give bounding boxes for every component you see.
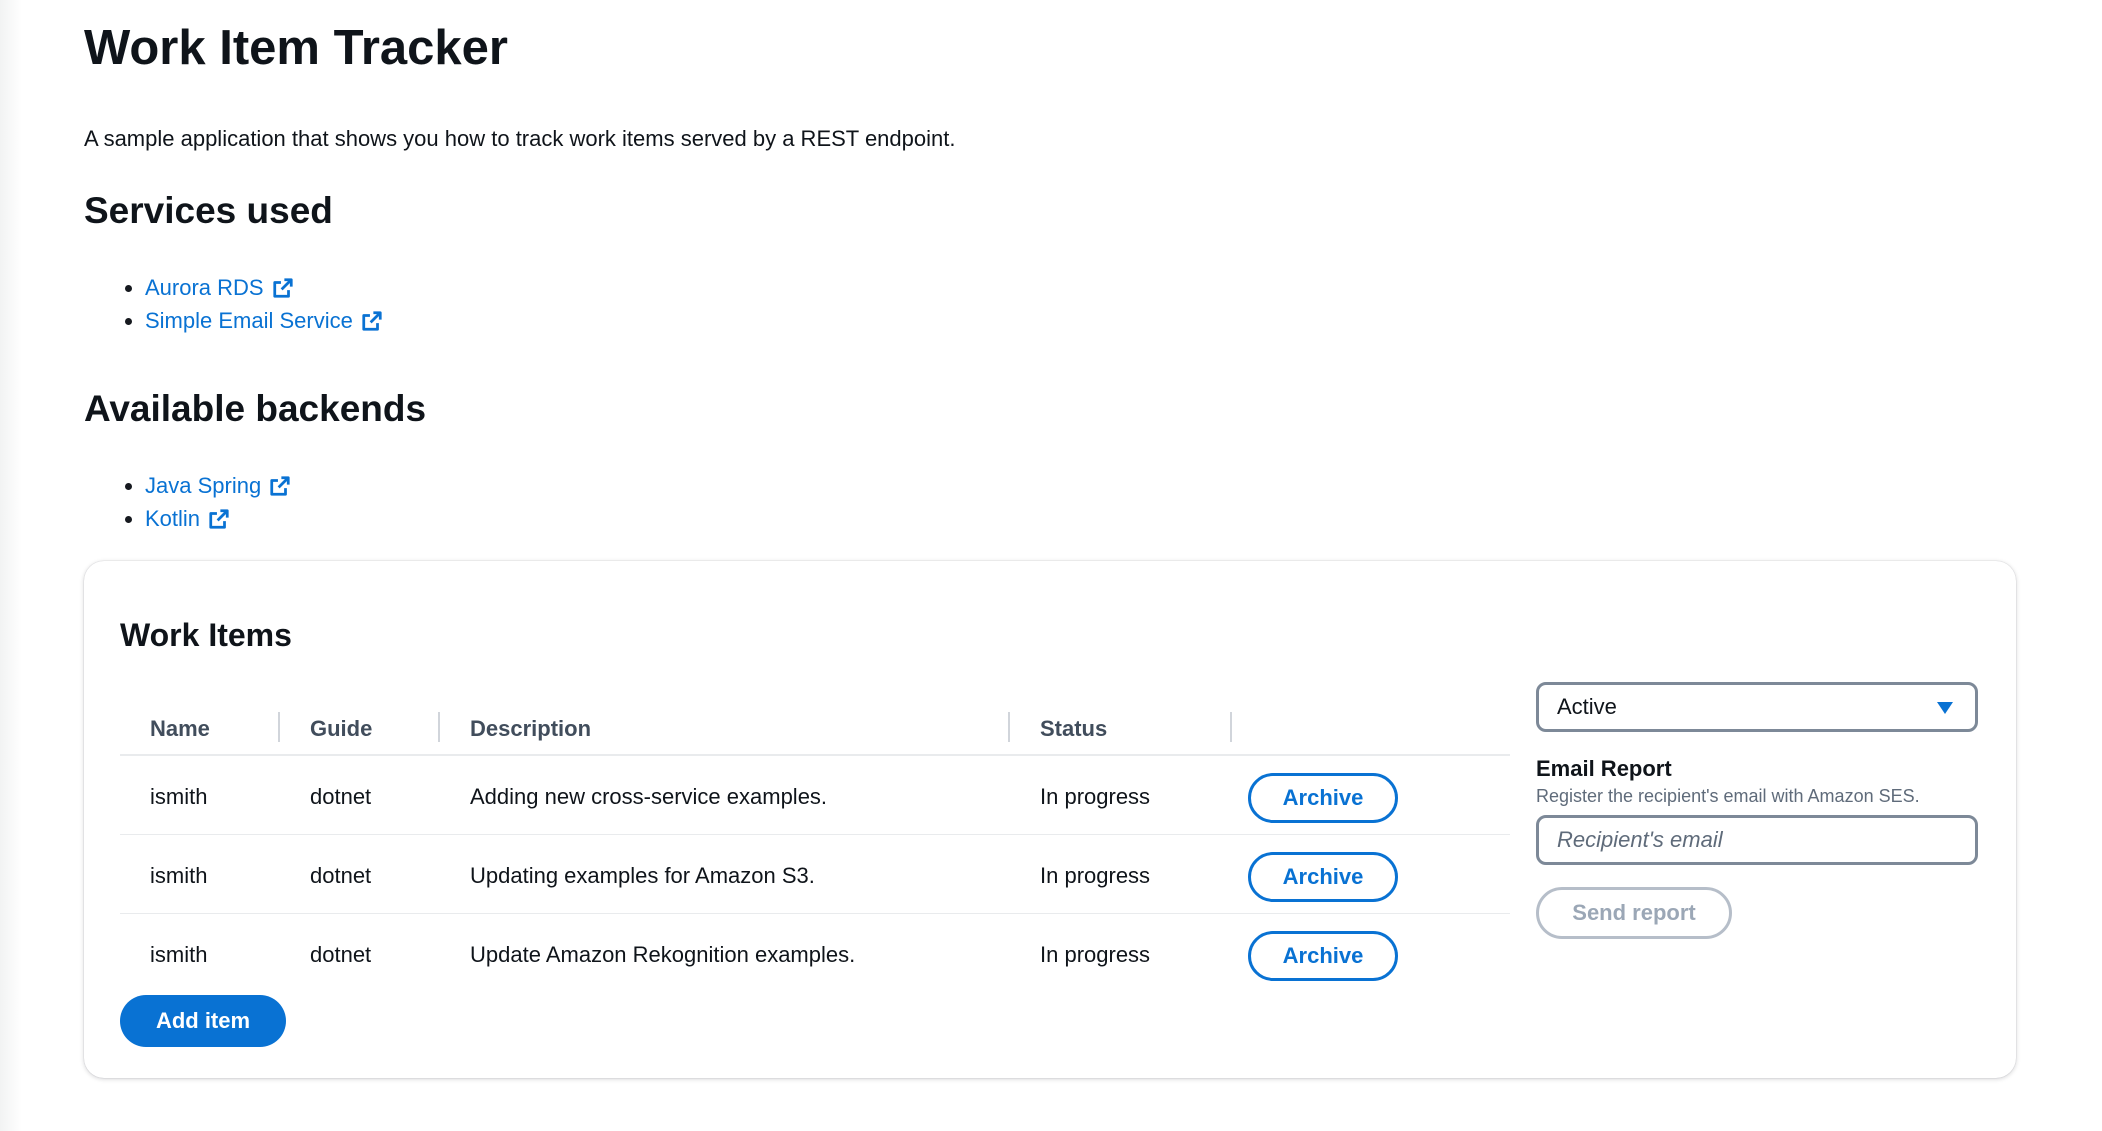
- external-link-icon: [209, 508, 229, 529]
- cell-name: ismith: [150, 784, 208, 809]
- list-item: Simple Email Service: [145, 304, 383, 337]
- external-link-icon: [270, 475, 290, 496]
- backends-list: Java Spring Kotlin: [125, 469, 291, 535]
- external-link-icon: [272, 277, 293, 298]
- cell-status: In progress: [1040, 863, 1151, 888]
- cell-description: Adding new cross-service examples.: [470, 784, 828, 809]
- email-report-label: Email Report: [1536, 756, 1672, 781]
- link-label: Kotlin: [145, 506, 201, 531]
- cell-guide: dotnet: [310, 784, 372, 809]
- cell-status: In progress: [1040, 942, 1151, 967]
- external-link-icon: [362, 310, 382, 331]
- cell-guide: dotnet: [310, 863, 372, 888]
- list-item: Kotlin: [145, 502, 291, 535]
- cell-name: ismith: [150, 863, 208, 888]
- archive-button[interactable]: Archive: [1248, 931, 1398, 981]
- add-item-button[interactable]: Add item: [120, 995, 286, 1047]
- page: Work Item Tracker A sample application t…: [0, 0, 2102, 1131]
- archive-button[interactable]: Archive: [1248, 852, 1398, 902]
- services-heading: Services used: [84, 190, 333, 231]
- report-panel: Active Email Report Register the recipie…: [1536, 682, 1978, 939]
- select-value: Active: [1557, 694, 1617, 719]
- cell-description: Update Amazon Rekognition examples.: [470, 942, 856, 967]
- cell-name: ismith: [150, 942, 208, 967]
- table-row: ismith dotnet Update Amazon Rekognition …: [120, 914, 1510, 992]
- work-items-card: Work Items Name Guide Description Status…: [84, 561, 2016, 1078]
- service-link-aurora-rds[interactable]: Aurora RDS: [145, 271, 294, 304]
- card-title: Work Items: [120, 617, 292, 653]
- list-item: Aurora RDS: [145, 271, 383, 304]
- column-divider: [1230, 712, 1232, 742]
- cell-guide: dotnet: [310, 942, 372, 967]
- column-header-name[interactable]: Name: [150, 716, 210, 742]
- list-item: Java Spring: [145, 469, 291, 502]
- recipient-email-input[interactable]: [1536, 815, 1978, 865]
- cell-status: In progress: [1040, 784, 1151, 809]
- column-divider: [278, 712, 280, 742]
- work-items-table: Name Guide Description Status ismith dot…: [120, 704, 1510, 992]
- caret-down-icon: [1937, 702, 1953, 714]
- table-header: Name Guide Description Status: [120, 704, 1510, 756]
- column-header-guide[interactable]: Guide: [310, 716, 372, 742]
- service-link-simple-email-service[interactable]: Simple Email Service: [145, 304, 383, 337]
- link-label: Aurora RDS: [145, 275, 264, 300]
- backend-link-java-spring[interactable]: Java Spring: [145, 469, 291, 502]
- email-report-description: Register the recipient's email with Amaz…: [1536, 786, 1920, 806]
- archive-button[interactable]: Archive: [1248, 773, 1398, 823]
- backends-heading: Available backends: [84, 388, 427, 429]
- backend-link-kotlin[interactable]: Kotlin: [145, 502, 230, 535]
- column-divider: [438, 712, 440, 742]
- services-list: Aurora RDS Simple Email Service: [125, 271, 383, 337]
- page-description: A sample application that shows you how …: [84, 126, 956, 151]
- cell-description: Updating examples for Amazon S3.: [470, 863, 815, 888]
- status-filter-select[interactable]: Active: [1536, 682, 1978, 732]
- link-label: Java Spring: [145, 473, 262, 498]
- table-row: ismith dotnet Updating examples for Amaz…: [120, 835, 1510, 914]
- link-label: Simple Email Service: [145, 308, 353, 333]
- column-divider: [1008, 712, 1010, 742]
- column-header-description[interactable]: Description: [470, 716, 591, 742]
- column-header-status[interactable]: Status: [1040, 716, 1107, 742]
- send-report-button[interactable]: Send report: [1536, 887, 1732, 939]
- page-title: Work Item Tracker: [84, 21, 508, 75]
- table-row: ismith dotnet Adding new cross-service e…: [120, 756, 1510, 835]
